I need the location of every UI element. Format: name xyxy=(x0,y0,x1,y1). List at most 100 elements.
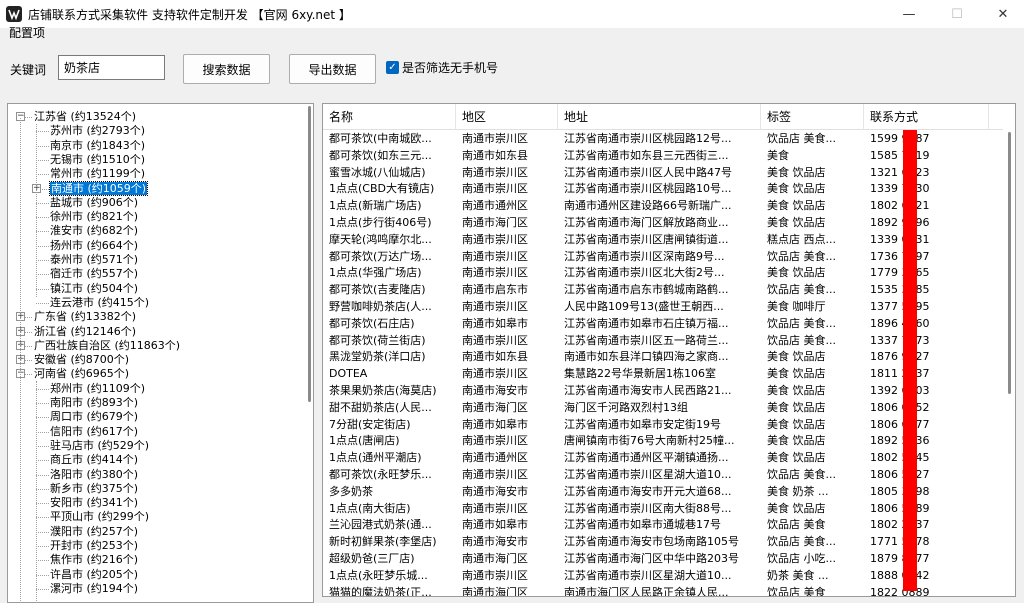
column-header-tags[interactable]: 标签 xyxy=(761,104,864,130)
tree-city-item[interactable]: 平顶山市 (约299个) xyxy=(50,510,149,524)
tree-item-label[interactable]: 浙江省 (约12146个) xyxy=(34,325,136,338)
tree-item-label[interactable]: 泰州市 (约571个) xyxy=(50,253,138,266)
tree-scrollbar-thumb[interactable] xyxy=(308,106,311,402)
table-row[interactable]: 1点点(通州平潮店) 南通市通州区 江苏省南通市通州区平潮镇通扬... 美食 饮品店 1… xyxy=(323,450,1003,467)
table-row[interactable]: 1点点(步行街406号) 南通市海门区 江苏省南通市海门区解放路商业... 美食 饮品… xyxy=(323,215,1003,232)
tree-item-label[interactable]: 徐州市 (约821个) xyxy=(50,210,138,223)
tree-city-item[interactable]: 周口市 (约679个) xyxy=(50,410,138,424)
tree-item-label[interactable]: 苏州市 (约2793个) xyxy=(50,124,145,137)
table-row[interactable]: 猫猫的魔法奶茶(正... 南通市海门区 南通市海门区人民路正余镇人民... 饮品店 美… xyxy=(323,585,1003,596)
tree-item-label[interactable]: 新乡市 (约375个) xyxy=(50,482,138,495)
tree-city-item[interactable]: 郑州市 (约1109个) xyxy=(50,382,145,396)
tree-city-item[interactable]: 连云港市 (约415个) xyxy=(50,296,149,310)
table-row[interactable]: 黑泷堂奶茶(洋口店) 南通市如东县 南通市如东县洋口镇四海之家商... 美食 饮品店 1… xyxy=(323,349,1003,366)
tree-item-label[interactable]: 安阳市 (约341个) xyxy=(50,496,138,509)
tree-item-label[interactable]: 无锡市 (约1510个) xyxy=(50,153,145,166)
tree-item-label[interactable]: 南京市 (约1843个) xyxy=(50,139,145,152)
table-row[interactable]: 都可茶饮(中南城欧... 南通市崇川区 江苏省南通市崇川区桃园路12号... 饮品店 … xyxy=(323,131,1003,148)
maximize-button[interactable]: ☐ xyxy=(934,0,980,28)
tree-item-label[interactable]: 安徽省 (约8700个) xyxy=(34,353,129,366)
table-row[interactable]: 新时初鲜果茶(李堡店) 南通市海安市 江苏省南通市海安市包场南路105号 饮品店 美食… xyxy=(323,534,1003,551)
table-row[interactable]: 多多奶茶 南通市海安市 江苏省南通市海安市开元大道68... 美食 奶茶 ... 180… xyxy=(323,484,1003,501)
table-row[interactable]: 都可茶饮(荷兰街店) 南通市崇川区 江苏省南通市崇川区五一路荷兰... 饮品店 美食.… xyxy=(323,333,1003,350)
table-row[interactable]: 野营咖啡奶茶店(人... 南通市崇川区 人民中路109号13(盛世王朝西... 美食 … xyxy=(323,299,1003,316)
tree-province-item[interactable]: 江苏省 (约13524个) xyxy=(34,110,136,124)
tree-city-item[interactable]: 漯河市 (约194个) xyxy=(50,582,138,596)
tree-city-item[interactable]: 新乡市 (约375个) xyxy=(50,482,138,496)
tree-city-item[interactable]: 镇江市 (约504个) xyxy=(50,282,138,296)
minimize-button[interactable]: — xyxy=(886,0,932,28)
tree-city-item[interactable]: 焦作市 (约216个) xyxy=(50,553,138,567)
tree-city-item[interactable]: 常州市 (约1199个) xyxy=(50,167,145,181)
tree-city-item[interactable]: 开封市 (约253个) xyxy=(50,539,138,553)
tree-item-label[interactable]: 宿迁市 (约557个) xyxy=(50,267,138,280)
tree-city-item[interactable]: 商丘市 (约414个) xyxy=(50,453,138,467)
tree-item-label[interactable]: 郑州市 (约1109个) xyxy=(50,382,145,395)
tree-item-label[interactable]: 南阳市 (约893个) xyxy=(50,396,138,409)
table-row[interactable]: 都可茶饮(如东三元... 南通市如东县 江苏省南通市如东县三元西街三... 美食 158… xyxy=(323,148,1003,165)
table-row[interactable]: 1点点(新瑞广场店) 南通市通州区 南通市通州区建设路66号新瑞广... 美食 饮品店… xyxy=(323,198,1003,215)
tree-city-item[interactable]: 南京市 (约1843个) xyxy=(50,139,145,153)
tree-city-item[interactable]: 濮阳市 (约257个) xyxy=(50,525,138,539)
tree-item-label[interactable]: 许昌市 (约205个) xyxy=(50,568,138,581)
tree-city-item[interactable]: 淮安市 (约682个) xyxy=(50,224,138,238)
tree-city-item[interactable]: 驻马店市 (约529个) xyxy=(50,439,149,453)
table-row[interactable]: 都可茶饮(吉麦隆店) 南通市启东市 江苏省南通市启东市鹤城南路鹤... 饮品店 美食.… xyxy=(323,282,1003,299)
tree-scrollbar[interactable] xyxy=(305,104,313,602)
table-scrollbar[interactable] xyxy=(1003,104,1015,596)
column-header-address[interactable]: 地址 xyxy=(558,104,761,130)
table-row[interactable]: 茶果果奶茶店(海莫店) 南通市海安市 江苏省南通市海安市人民西路21... 美食 饮品… xyxy=(323,383,1003,400)
search-button[interactable]: 搜索数据 xyxy=(183,54,270,84)
tree-item-label[interactable]: 盐城市 (约906个) xyxy=(50,196,138,209)
table-row[interactable]: 1点点(CBD大有镜店) 南通市崇川区 江苏省南通市崇川区桃园路10号... 美食 饮… xyxy=(323,181,1003,198)
tree-province-item[interactable]: 广东省 (约13382个) xyxy=(34,310,136,324)
tree-item-label[interactable]: 洛阳市 (约380个) xyxy=(50,468,138,481)
tree-province-item[interactable]: 浙江省 (约12146个) xyxy=(34,325,136,339)
tree-item-label[interactable]: 信阳市 (约617个) xyxy=(50,425,138,438)
tree-province-item[interactable]: 安徽省 (约8700个) xyxy=(34,353,129,367)
tree-item-label[interactable]: 常州市 (约1199个) xyxy=(50,167,145,180)
tree-province-item[interactable]: 广西壮族自治区 (约11863个) xyxy=(34,339,180,353)
tree-city-item[interactable]: 泰州市 (约571个) xyxy=(50,253,138,267)
column-header-region[interactable]: 地区 xyxy=(456,104,558,130)
tree-city-item[interactable]: 盐城市 (约906个) xyxy=(50,196,138,210)
table-row[interactable]: 超级奶爸(三厂店) 南通市海门区 江苏省南通市海门区中华中路203号 饮品店 小吃..… xyxy=(323,551,1003,568)
tree-item-label[interactable]: 开封市 (约253个) xyxy=(50,539,138,552)
tree-item-label[interactable]: 南通市 (约1059个) xyxy=(48,180,149,196)
tree-item-label[interactable]: 广西壮族自治区 (约11863个) xyxy=(34,339,180,352)
filter-checkbox-wrap[interactable]: ✓ 是否筛选无手机号 xyxy=(386,59,498,76)
filter-checkbox[interactable]: ✓ xyxy=(386,61,399,74)
table-row[interactable]: 甜不甜奶茶店(人民... 南通市海门区 海门区千河路双烈村13组 美食 饮品店 1806… xyxy=(323,400,1003,417)
tree-item-label[interactable]: 扬州市 (约664个) xyxy=(50,239,138,252)
tree-item-label[interactable]: 镇江市 (约504个) xyxy=(50,282,138,295)
table-row[interactable]: 都可茶饮(永旺梦乐... 南通市崇川区 江苏省南通市崇川区星湖大道10... 饮品店 … xyxy=(323,467,1003,484)
tree-item-label[interactable]: 周口市 (约679个) xyxy=(50,410,138,423)
table-row[interactable]: 7分甜(安定街店) 南通市如皋市 江苏省南通市如皋市安定街19号 美食 饮品店 1806… xyxy=(323,417,1003,434)
tree-city-item[interactable]: 宿迁市 (约557个) xyxy=(50,267,138,281)
table-row[interactable]: 1点点(永旺梦乐城... 南通市崇川区 江苏省南通市崇川区星湖大道10... 奶茶 美… xyxy=(323,568,1003,585)
region-tree[interactable]: 江苏省 (约13524个) − 苏州市 (约2793个) 南京市 (约1843个) 无锡… xyxy=(7,103,314,603)
tree-city-item[interactable]: 苏州市 (约2793个) xyxy=(50,124,145,138)
tree-item-label[interactable]: 广东省 (约13382个) xyxy=(34,310,136,323)
tree-city-item[interactable]: 扬州市 (约664个) xyxy=(50,239,138,253)
tree-city-item[interactable]: 无锡市 (约1510个) xyxy=(50,153,145,167)
export-button[interactable]: 导出数据 xyxy=(289,54,376,84)
table-scrollbar-thumb[interactable] xyxy=(1008,132,1011,394)
tree-item-label[interactable]: 连云港市 (约415个) xyxy=(50,296,149,309)
table-row[interactable]: 兰沁园港式奶茶(通... 南通市如皋市 江苏省南通市如皋市通城巷17号 饮品店 美食 1… xyxy=(323,517,1003,534)
tree-city-item[interactable]: 信阳市 (约617个) xyxy=(50,425,138,439)
table-row[interactable]: 都可茶饮(石庄店) 南通市如皋市 江苏省南通市如皋市石庄镇万福... 饮品店 美食..… xyxy=(323,316,1003,333)
tree-item-label[interactable]: 焦作市 (约216个) xyxy=(50,553,138,566)
tree-city-item[interactable]: 洛阳市 (约380个) xyxy=(50,468,138,482)
filter-checkbox-label[interactable]: 是否筛选无手机号 xyxy=(402,59,498,76)
table-row[interactable]: DOTEA 南通市崇川区 集慧路22号华景新居1栋106室 美食 饮品店 1811 27… xyxy=(323,366,1003,383)
tree-item-label[interactable]: 平顶山市 (约299个) xyxy=(50,510,149,523)
tree-item-label[interactable]: 驻马店市 (约529个) xyxy=(50,439,149,452)
tree-item-label[interactable]: 淮安市 (约682个) xyxy=(50,224,138,237)
close-button[interactable]: ✕ xyxy=(980,0,1024,28)
table-row[interactable]: 1点点(华强广场店) 南通市崇川区 江苏省南通市崇川区北大街2号... 美食 饮品店 1… xyxy=(323,265,1003,282)
tree-item-label[interactable]: 濮阳市 (约257个) xyxy=(50,525,138,538)
keyword-input[interactable] xyxy=(58,55,165,80)
tree-province-item[interactable]: 河南省 (约6965个) xyxy=(34,367,129,381)
column-header-name[interactable]: 名称 xyxy=(323,104,456,130)
